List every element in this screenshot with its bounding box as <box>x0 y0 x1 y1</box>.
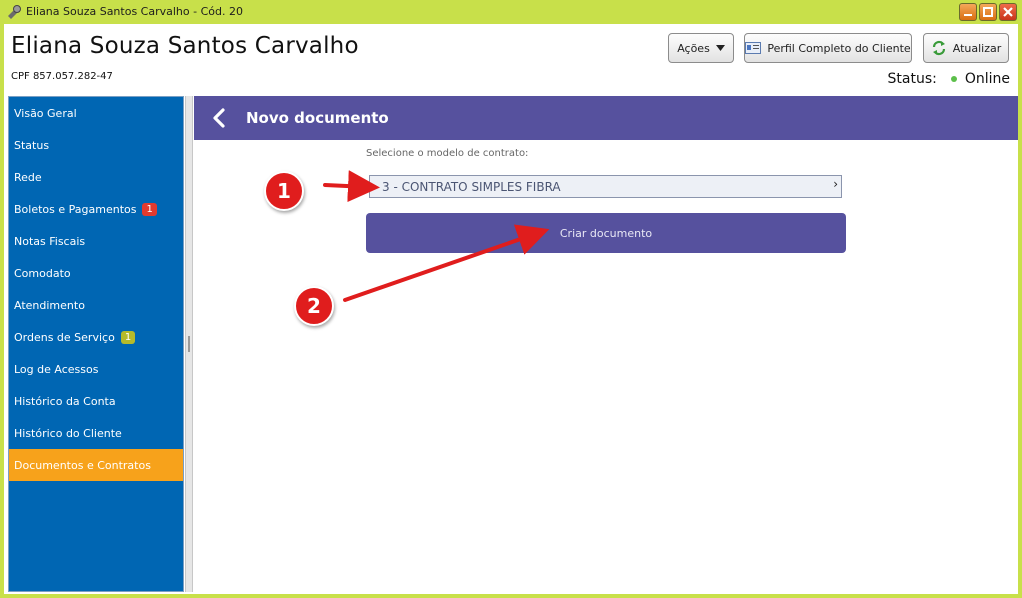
window-title: Eliana Souza Santos Carvalho - Cód. 20 <box>26 5 243 18</box>
sidebar-item-ordens-servico[interactable]: Ordens de Serviço 1 <box>9 321 183 353</box>
sidebar-item-historico-cliente[interactable]: Histórico do Cliente <box>9 417 183 449</box>
sidebar-item-notas-fiscais[interactable]: Notas Fiscais <box>9 225 183 257</box>
caret-down-icon <box>715 45 725 51</box>
sidebar-item-comodato[interactable]: Comodato <box>9 257 183 289</box>
title-bar: Eliana Souza Santos Carvalho - Cód. 20 <box>0 0 1022 24</box>
sidebar-item-label: Visão Geral <box>14 106 77 120</box>
sidebar-item-log-acessos[interactable]: Log de Acessos <box>9 353 183 385</box>
minimize-icon[interactable] <box>959 3 977 21</box>
back-chevron-icon[interactable] <box>210 107 230 129</box>
sidebar-item-label: Ordens de Serviço <box>14 330 115 344</box>
sidebar-item-label: Documentos e Contratos <box>14 458 151 472</box>
chevron-right-icon: › <box>833 177 838 191</box>
status-value: Online <box>964 71 1010 87</box>
sidebar-item-label: Histórico da Conta <box>14 394 116 408</box>
app-window: Eliana Souza Santos Carvalho - Cód. 20 E… <box>0 0 1022 598</box>
create-document-button[interactable]: Criar documento <box>366 213 846 253</box>
boletos-count-badge: 1 <box>142 202 157 216</box>
selected-contract-value: 3 - CONTRATO SIMPLES FIBRA <box>382 179 561 194</box>
sidebar-item-historico-conta[interactable]: Histórico da Conta <box>9 385 183 417</box>
main-panel: Novo documento Selecione o modelo de con… <box>194 96 1018 592</box>
sidebar-item-label: Boletos e Pagamentos <box>14 202 137 216</box>
ordens-count-badge: 1 <box>120 330 136 344</box>
status-label: Status: <box>887 71 937 87</box>
full-profile-button[interactable]: Perfil Completo do Cliente <box>744 33 912 63</box>
profile-card-icon <box>745 42 762 54</box>
close-icon[interactable] <box>999 3 1017 21</box>
refresh-button[interactable]: Atualizar <box>923 33 1009 63</box>
client-name: Eliana Souza Santos Carvalho <box>11 33 359 59</box>
sidebar-item-label: Rede <box>14 170 42 184</box>
panel-header: Novo documento <box>194 96 1018 140</box>
sidebar-item-atendimento[interactable]: Atendimento <box>9 289 183 321</box>
connection-status: Status: Online <box>888 71 1011 87</box>
status-dot-icon <box>950 76 957 82</box>
app-icon <box>6 4 22 20</box>
sidebar-item-label: Log de Acessos <box>14 362 99 376</box>
annotation-marker-1: 1 <box>264 171 304 211</box>
actions-label: Ações <box>677 41 710 55</box>
splitter-grip-icon[interactable] <box>188 336 190 352</box>
page-title: Novo documento <box>246 109 389 127</box>
sidebar-item-label: Notas Fiscais <box>14 234 86 248</box>
refresh-label: Atualizar <box>952 41 1002 55</box>
sidebar-item-label: Histórico do Cliente <box>14 426 122 440</box>
sidebar-item-boletos[interactable]: Boletos e Pagamentos 1 <box>9 193 183 225</box>
create-document-label: Criar documento <box>559 226 653 240</box>
sidebar-item-label: Status <box>14 138 50 152</box>
full-profile-label: Perfil Completo do Cliente <box>767 41 911 55</box>
annotation-marker-2: 2 <box>294 286 334 326</box>
sidebar-item-label: Comodato <box>14 266 71 280</box>
sidebar-item-documentos[interactable]: Documentos e Contratos <box>9 449 183 481</box>
sidebar-item-status[interactable]: Status <box>9 129 183 161</box>
sidebar-item-visao-geral[interactable]: Visão Geral <box>9 97 183 129</box>
actions-button[interactable]: Ações <box>668 33 734 63</box>
client-area: Eliana Souza Santos Carvalho CPF 857.057… <box>4 24 1018 594</box>
contract-model-select[interactable]: 3 - CONTRATO SIMPLES FIBRA › <box>369 175 842 198</box>
client-cpf: CPF 857.057.282-47 <box>11 71 113 82</box>
pane-splitter[interactable] <box>185 96 193 592</box>
maximize-icon[interactable] <box>979 3 997 21</box>
contract-select-label: Selecione o modelo de contrato: <box>366 148 529 159</box>
refresh-icon <box>932 40 945 56</box>
sidebar-menu: Visão Geral Status Rede Boletos e Pagame… <box>8 96 184 592</box>
sidebar-item-label: Atendimento <box>14 298 85 312</box>
sidebar-item-rede[interactable]: Rede <box>9 161 183 193</box>
